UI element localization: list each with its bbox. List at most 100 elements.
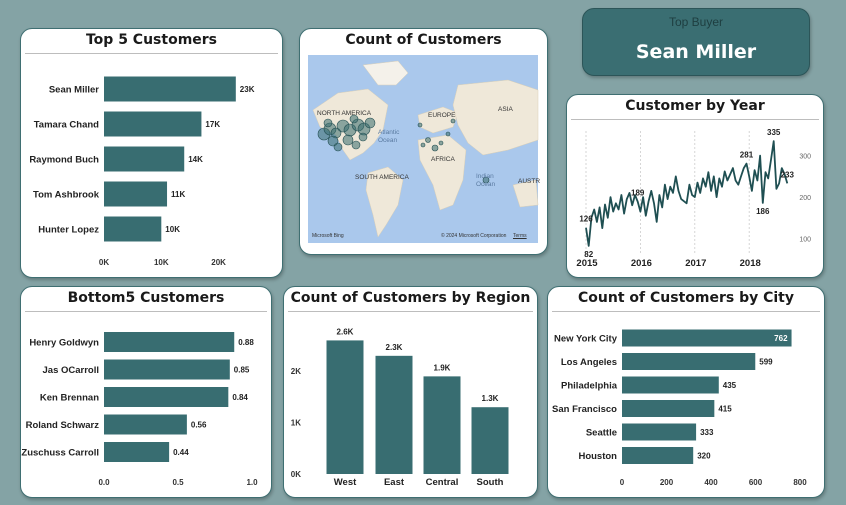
x-tick-200: 200 bbox=[660, 478, 674, 487]
category-label-new-york-city: New York City bbox=[554, 334, 618, 345]
value-label-los-angeles: 599 bbox=[759, 358, 773, 367]
bar-los-angeles bbox=[622, 353, 756, 370]
x-tick-0-0: 0.0 bbox=[98, 478, 110, 487]
value-label-henry-goldwyn: 0.88 bbox=[238, 338, 254, 347]
bing-attribution: Microsoft Bing bbox=[312, 233, 344, 239]
value-label-tamara-chand: 17K bbox=[205, 120, 220, 129]
city-card: Count of Customers by City New York City… bbox=[547, 286, 825, 498]
map-copyright: © 2024 Microsoft Corporation bbox=[441, 233, 507, 239]
category-label-central: Central bbox=[426, 477, 459, 488]
category-label-ken-brennan: Ken Brennan bbox=[40, 393, 99, 404]
y-tick-200: 200 bbox=[799, 195, 811, 202]
bar-south bbox=[471, 407, 509, 474]
category-label-roland-schwarz: Roland Schwarz bbox=[26, 420, 100, 431]
label-europe: EUROPE bbox=[428, 112, 456, 119]
bar-zuschuss-carroll bbox=[104, 442, 170, 462]
category-label-zuschuss-carroll: Zuschuss Carroll bbox=[21, 448, 99, 459]
x-tick-2015: 2015 bbox=[576, 258, 598, 269]
label-asia: ASIA bbox=[498, 106, 513, 113]
point-label-281: 281 bbox=[740, 151, 754, 160]
x-tick-400: 400 bbox=[704, 478, 718, 487]
bar-central bbox=[423, 376, 461, 474]
x-tick-1-0: 1.0 bbox=[246, 478, 258, 487]
x-tick-2016: 2016 bbox=[631, 258, 652, 269]
value-label-central: 1.9K bbox=[434, 363, 451, 372]
x-tick-20k: 20K bbox=[211, 258, 226, 267]
bar-tamara-chand bbox=[104, 111, 202, 137]
x-tick-0: 0 bbox=[620, 478, 625, 487]
bar-roland-schwarz bbox=[104, 414, 187, 435]
bar-san-francisco bbox=[622, 400, 715, 417]
value-label-tom-ashbrook: 11K bbox=[171, 190, 185, 199]
value-label-houston: 320 bbox=[697, 452, 711, 461]
bar-sean-miller bbox=[104, 76, 236, 102]
label-africa: AFRICA bbox=[431, 156, 455, 163]
point-label-126: 126 bbox=[579, 215, 593, 224]
category-label-seattle: Seattle bbox=[586, 428, 617, 439]
bottom5-chart: Henry Goldwyn 0.88 Jas OCarroll 0.85 Ken Bre… bbox=[21, 332, 258, 487]
point-label-335: 335 bbox=[767, 128, 781, 137]
map-terms-link[interactable]: Terms bbox=[513, 233, 527, 239]
value-label-jas-ocarroll: 0.85 bbox=[234, 366, 250, 375]
year-chart: 2015 2016 2017 2018 100 200 300 126 82 189 281 186 3… bbox=[576, 128, 811, 269]
city-chart: New York City 762 Los Angeles 599 Philadelph… bbox=[552, 329, 807, 487]
category-label-hunter-lopez: Hunter Lopez bbox=[38, 225, 99, 236]
y-tick-300: 300 bbox=[799, 154, 811, 161]
category-label-sean-miller: Sean Miller bbox=[49, 85, 99, 96]
label-australia: AUSTR bbox=[518, 178, 541, 185]
label-atlantic: Atlantic Ocean bbox=[378, 129, 400, 144]
value-label-seattle: 333 bbox=[700, 428, 714, 437]
point-label-189: 189 bbox=[631, 189, 645, 198]
category-label-south: South bbox=[477, 477, 504, 488]
world-map[interactable]: NORTH AMERICA EUROPE ASIA Atlantic Ocean… bbox=[308, 55, 541, 243]
category-label-west: West bbox=[334, 477, 357, 488]
top-buyer-value: Sean Miller bbox=[635, 41, 757, 63]
bar-west bbox=[326, 340, 364, 474]
bar-seattle bbox=[622, 423, 697, 441]
value-label-east: 2.3K bbox=[386, 343, 403, 352]
bar-houston bbox=[622, 447, 694, 464]
bar-henry-goldwyn bbox=[104, 332, 235, 352]
top-buyer-card: Top Buyer Sean Miller bbox=[582, 8, 810, 76]
region-chart: 0K 1K 2K 2.6K West 2.3K East 1.9K Central 1.3K Sou… bbox=[291, 327, 509, 488]
bar-east bbox=[375, 355, 413, 474]
top5-card: Top 5 Customers Sean Miller 23K Tamara Cha… bbox=[20, 28, 283, 278]
point-label-186: 186 bbox=[756, 207, 770, 216]
label-north-america: NORTH AMERICA bbox=[317, 110, 372, 117]
y-tick-100: 100 bbox=[799, 236, 811, 243]
category-label-los-angeles: Los Angeles bbox=[561, 357, 617, 368]
y-tick-0k: 0K bbox=[291, 470, 301, 479]
category-label-philadelphia: Philadelphia bbox=[561, 381, 618, 392]
map-title: Count of Customers bbox=[345, 32, 502, 48]
point-label-82: 82 bbox=[584, 250, 593, 259]
region-card: Count of Customers by Region 0K 1K 2K 2.6K W… bbox=[283, 286, 538, 498]
bar-ken-brennan bbox=[104, 387, 229, 407]
world-map-graphic bbox=[312, 60, 539, 238]
value-label-hunter-lopez: 10K bbox=[165, 225, 180, 234]
point-label-233: 233 bbox=[781, 170, 795, 179]
category-label-raymond-buch: Raymond Buch bbox=[29, 155, 99, 166]
bar-philadelphia bbox=[622, 376, 719, 394]
value-label-roland-schwarz: 0.56 bbox=[191, 421, 207, 430]
x-tick-2018: 2018 bbox=[740, 258, 761, 269]
category-label-tom-ashbrook: Tom Ashbrook bbox=[33, 190, 100, 201]
value-label-south: 1.3K bbox=[482, 394, 499, 403]
category-label-east: East bbox=[384, 477, 405, 488]
value-label-west: 2.6K bbox=[337, 327, 354, 336]
bar-hunter-lopez bbox=[104, 216, 162, 242]
label-indian: Indian Ocean bbox=[476, 173, 496, 188]
label-south-america: SOUTH AMERICA bbox=[355, 174, 409, 181]
value-label-san-francisco: 415 bbox=[718, 405, 732, 414]
x-tick-0-5: 0.5 bbox=[172, 478, 184, 487]
category-label-henry-goldwyn: Henry Goldwyn bbox=[29, 338, 99, 349]
bar-jas-ocarroll bbox=[104, 359, 230, 380]
y-tick-1k: 1K bbox=[291, 419, 301, 428]
bar-tom-ashbrook bbox=[104, 181, 168, 207]
category-label-san-francisco: San Francisco bbox=[552, 404, 617, 415]
x-tick-600: 600 bbox=[749, 478, 763, 487]
value-label-new-york-city: 762 bbox=[774, 334, 788, 343]
x-tick-800: 800 bbox=[793, 478, 807, 487]
series-line bbox=[585, 140, 789, 247]
bottom5-card: Bottom5 Customers Henry Goldwyn 0.88 Jas O… bbox=[20, 286, 272, 498]
x-tick-0k: 0K bbox=[99, 258, 109, 267]
